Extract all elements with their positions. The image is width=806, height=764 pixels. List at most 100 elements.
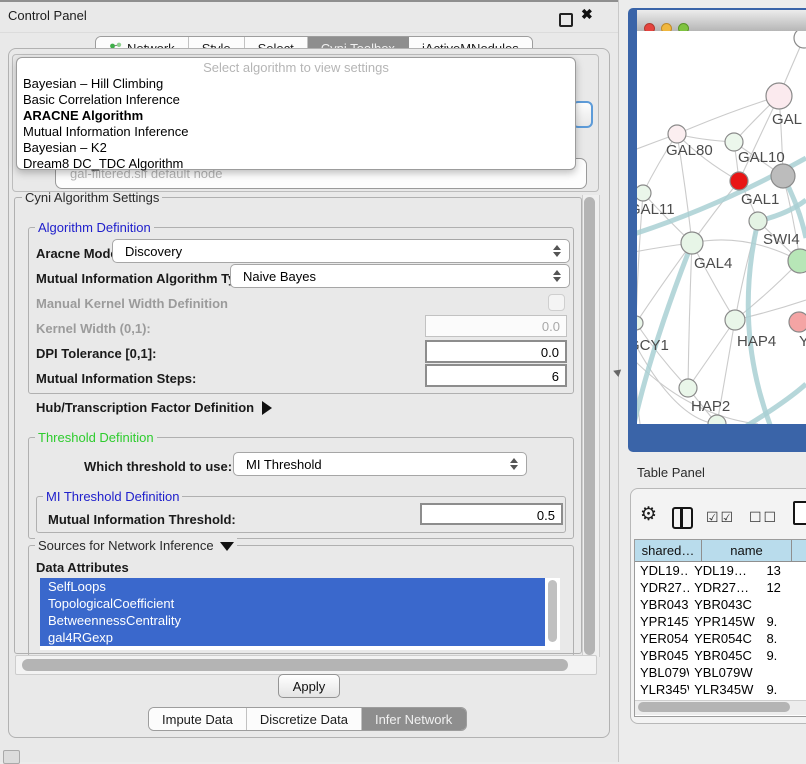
attribute-list-item[interactable]: gal4RGexp (40, 629, 545, 646)
column-header-2[interactable]: name (702, 540, 792, 562)
mi-type-value: Naive Bayes (231, 269, 552, 284)
algorithm-option[interactable]: Dream8 DC_TDC Algorithm (17, 156, 575, 172)
algorithm-option[interactable]: Bayesian – Hill Climbing (17, 76, 575, 92)
chevron-down-icon (220, 542, 234, 551)
table-cell: 9. (761, 681, 806, 698)
algorithm-option[interactable]: ARACNE Algorithm (17, 108, 575, 124)
hub-definition-toggle[interactable]: Hub/Transcription Factor Definition (36, 400, 272, 415)
document-icon[interactable] (793, 501, 806, 525)
network-node[interactable] (637, 185, 651, 201)
network-edge (735, 261, 800, 320)
network-node[interactable] (794, 31, 806, 48)
table-cell: YER054C (635, 630, 689, 647)
tab-impute-data[interactable]: Impute Data (149, 708, 247, 730)
algorithm-definition-title: Algorithm Definition (35, 220, 154, 235)
table-row[interactable]: YER054CYER054C8. (635, 630, 806, 647)
network-node[interactable] (766, 83, 792, 109)
mi-threshold-group-title: MI Threshold Definition (43, 489, 182, 504)
table-cell: YDR27… (635, 579, 689, 596)
network-node[interactable] (789, 312, 806, 332)
table-cell: YLR345W (635, 681, 689, 698)
network-node[interactable] (679, 379, 697, 397)
network-node-label: GAL1 (741, 191, 779, 208)
network-node[interactable] (681, 232, 703, 254)
columns-icon[interactable] (672, 507, 693, 529)
network-node[interactable] (637, 316, 643, 330)
network-node[interactable] (730, 172, 748, 190)
table-cell: YDR27… (689, 579, 761, 596)
which-threshold-combo[interactable]: MI Threshold (233, 452, 527, 476)
attribute-list-item[interactable]: SelfLoops (40, 578, 545, 595)
network-edge-thick (740, 384, 806, 424)
table-row[interactable]: YBL079WYBL079W (635, 664, 806, 681)
table-cell: 9. (761, 613, 806, 630)
network-node[interactable] (725, 310, 745, 330)
float-panel-icon[interactable] (559, 13, 573, 27)
network-edge (688, 243, 692, 388)
table-cell: 9. (761, 647, 806, 664)
network-node[interactable] (749, 212, 767, 230)
table-cell: YER054C (689, 630, 761, 647)
table-cell: YDL19… (635, 562, 689, 579)
table-cell: YBR043C (635, 596, 689, 613)
table-cell: 12 (761, 579, 806, 596)
table-row[interactable]: YBR043CYBR043C (635, 596, 806, 613)
table-row[interactable]: YBR045CYBR045C9. (635, 647, 806, 664)
algorithm-option[interactable]: Mutual Information Inference (17, 124, 575, 140)
tab-infer-network[interactable]: Infer Network (362, 708, 466, 730)
manual-kernel-label: Manual Kernel Width Definition (36, 296, 228, 311)
algorithm-dropdown-placeholder: Select algorithm to view settings (17, 60, 575, 76)
apply-button[interactable]: Apply (278, 674, 340, 698)
settings-vscrollbar-thumb[interactable] (584, 197, 595, 655)
data-attributes-list[interactable]: SelfLoopsTopologicalCoefficientBetweenne… (40, 578, 560, 650)
table-hscrollbar-thumb[interactable] (638, 702, 790, 712)
column-header-3[interactable]: A (792, 540, 806, 562)
aracne-mode-label: Aracne Mode: (36, 246, 122, 261)
select-all-checkboxes-icon[interactable]: ☑☑ (706, 509, 735, 526)
network-edge-thick (637, 243, 692, 424)
network-canvas[interactable]: GALGAL80GAL10GAL1GAL11SWI4GAL4HAP4YGCY1H… (637, 31, 806, 424)
table-panel-title: Table Panel (637, 465, 705, 480)
table-row[interactable]: YDR27…YDR27…12 (635, 579, 806, 596)
network-node[interactable] (668, 125, 686, 143)
threshold-definition-title: Threshold Definition (35, 430, 157, 445)
mi-threshold-label: Mutual Information Threshold: (48, 512, 236, 527)
mi-steps-field[interactable]: 6 (425, 364, 567, 387)
mi-type-combo[interactable]: Naive Bayes (230, 264, 570, 288)
bottom-tabs: Impute DataDiscretize DataInfer Network (148, 707, 467, 731)
column-header-1[interactable]: shared… (635, 540, 702, 562)
network-node[interactable] (771, 164, 795, 188)
table-row[interactable]: YDL19…YDL19…13 (635, 562, 806, 579)
network-node[interactable] (788, 249, 806, 273)
aracne-mode-combo[interactable]: Discovery (112, 239, 570, 263)
attribute-list-item[interactable]: BetweennessCentrality (40, 612, 545, 629)
algorithm-dropdown-list[interactable]: Select algorithm to view settings Bayesi… (16, 57, 576, 170)
kernel-width-field[interactable]: 0.0 (425, 315, 567, 337)
deselect-all-checkboxes-icon[interactable]: ☐☐ (749, 509, 778, 526)
algorithm-option[interactable]: Bayesian – K2 (17, 140, 575, 156)
settings-hscrollbar-thumb[interactable] (22, 659, 568, 671)
network-node-label: GAL80 (666, 142, 713, 159)
attributes-scrollbar-thumb[interactable] (548, 580, 557, 642)
mi-type-label: Mutual Information Algorithm Type: (36, 271, 255, 286)
gear-icon[interactable]: ⚙ (640, 503, 657, 526)
table-cell (761, 664, 806, 681)
table-cell: YPR145W (689, 613, 761, 630)
dpi-tolerance-field[interactable]: 0.0 (425, 340, 567, 363)
mi-threshold-field[interactable]: 0.5 (420, 503, 563, 525)
hub-definition-label: Hub/Transcription Factor Definition (36, 400, 254, 415)
table-cell: YLR345W (689, 681, 761, 698)
close-icon[interactable]: ✖ (581, 6, 593, 23)
sources-toggle[interactable]: Sources for Network Inference (35, 538, 237, 553)
control-panel-title: Control Panel (8, 8, 87, 23)
table-row[interactable]: YLR345WYLR345W9. (635, 681, 806, 698)
network-node-label: HAP4 (737, 333, 776, 350)
table-row[interactable]: YPR145WYPR145W9. (635, 613, 806, 630)
tab-discretize-data[interactable]: Discretize Data (247, 708, 362, 730)
algorithm-option[interactable]: Basic Correlation Inference (17, 92, 575, 108)
which-threshold-value: MI Threshold (234, 457, 509, 472)
attribute-list-item[interactable]: TopologicalCoefficient (40, 595, 545, 612)
table-cell: YBR043C (689, 596, 761, 613)
combo-spinner-icon (552, 245, 561, 257)
manual-kernel-checkbox[interactable] (548, 294, 565, 311)
